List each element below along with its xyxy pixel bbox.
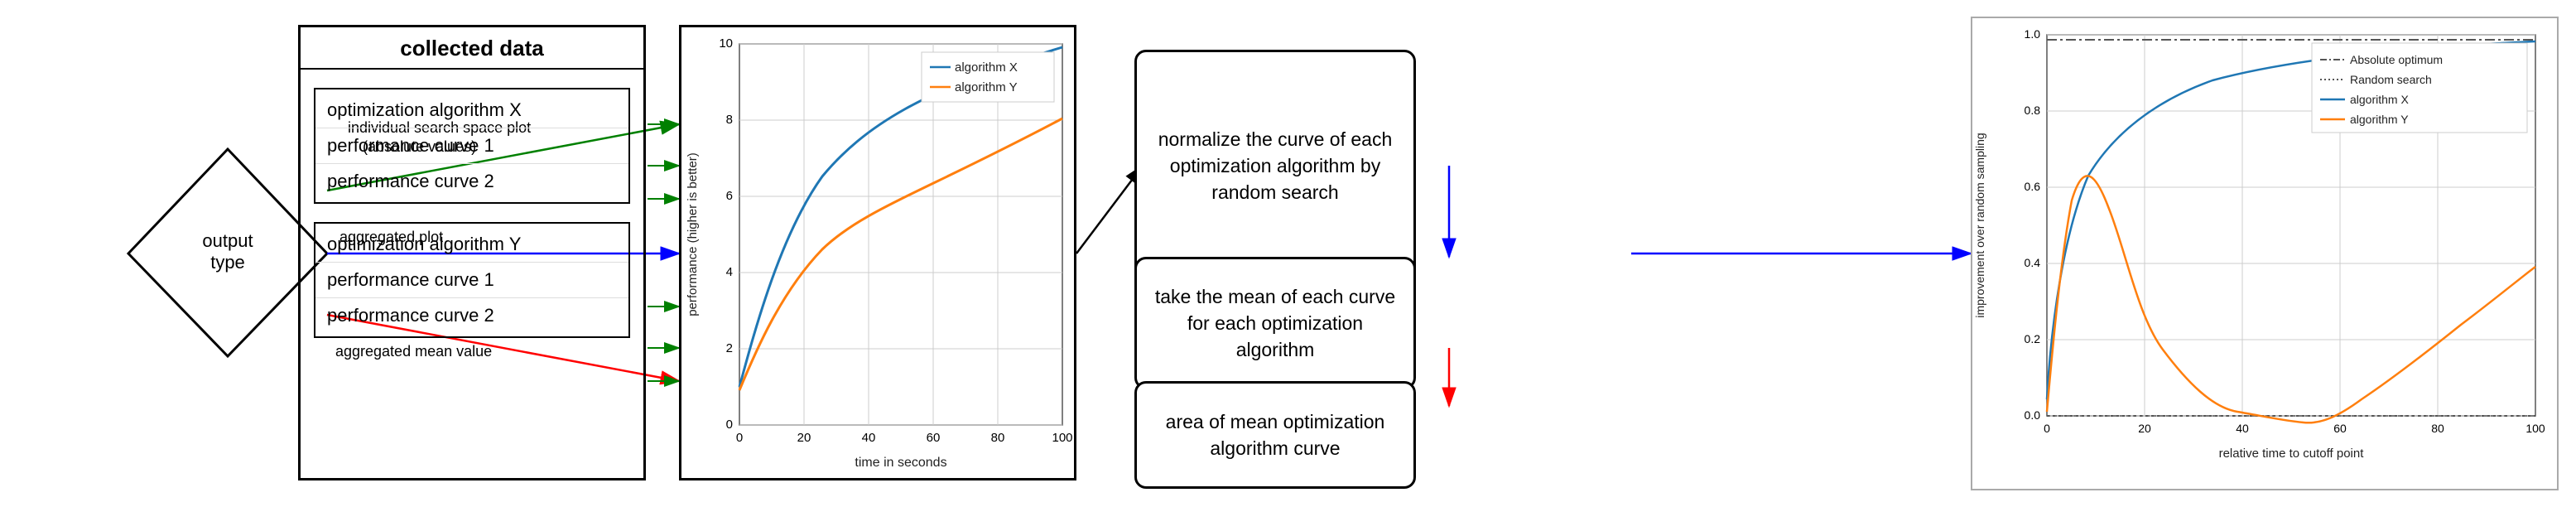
final-chart-svg: 0.0 0.2 0.4 0.6 0.8 1.0 0 20 40 60 80 — [1972, 18, 2560, 492]
svg-text:10: 10 — [719, 36, 733, 51]
svg-text:relative time to cutoff point: relative time to cutoff point — [2219, 447, 2365, 461]
algo-x-curve2: performance curve 2 — [315, 164, 628, 199]
svg-text:performance (higher is better): performance (higher is better) — [686, 152, 700, 316]
svg-text:20: 20 — [797, 431, 811, 445]
algo-y-name: optimization algorithm Y — [315, 227, 628, 263]
svg-text:0.4: 0.4 — [2025, 256, 2041, 269]
svg-text:4: 4 — [726, 265, 733, 279]
svg-text:algorithm Y: algorithm Y — [955, 80, 1018, 94]
collected-data-box: collected data optimization algorithm X … — [298, 25, 646, 480]
svg-text:40: 40 — [862, 431, 876, 445]
svg-text:output: output — [202, 230, 253, 251]
final-chart-box: 0.0 0.2 0.4 0.6 0.8 1.0 0 20 40 60 80 — [1971, 17, 2559, 490]
svg-text:time in seconds: time in seconds — [855, 456, 946, 470]
mean-text: take the mean of each curve for each opt… — [1153, 283, 1397, 364]
svg-text:2: 2 — [726, 341, 733, 355]
svg-text:Absolute optimum: Absolute optimum — [2350, 53, 2443, 66]
svg-text:improvement over random sampli: improvement over random sampling — [1973, 133, 1986, 317]
svg-text:100: 100 — [2525, 422, 2545, 435]
svg-text:0.8: 0.8 — [2025, 104, 2041, 117]
algo-y-curve2: performance curve 2 — [315, 298, 628, 333]
svg-text:60: 60 — [927, 431, 941, 445]
svg-text:80: 80 — [991, 431, 1005, 445]
svg-text:algorithm Y: algorithm Y — [2350, 113, 2409, 126]
performance-chart-svg: 0 2 4 6 8 10 0 20 40 60 80 100 — [681, 27, 1079, 483]
svg-text:1.0: 1.0 — [2025, 27, 2041, 41]
svg-text:0: 0 — [2044, 422, 2050, 435]
svg-text:80: 80 — [2431, 422, 2444, 435]
diagram: output type individual search space plot… — [0, 0, 2576, 507]
algo-x-curve1: performance curve 1 — [315, 128, 628, 164]
svg-text:60: 60 — [2333, 422, 2347, 435]
algo-x-name: optimization algorithm X — [315, 93, 628, 128]
svg-text:0.6: 0.6 — [2025, 180, 2041, 193]
performance-chart-box: 0 2 4 6 8 10 0 20 40 60 80 100 — [679, 25, 1076, 480]
area-text: area of mean optimization algorithm curv… — [1153, 408, 1397, 461]
algo-group-y: optimization algorithm Y performance cur… — [314, 222, 630, 338]
svg-text:Random search: Random search — [2350, 73, 2432, 86]
svg-text:20: 20 — [2138, 422, 2151, 435]
svg-text:6: 6 — [726, 189, 733, 203]
collected-data-title: collected data — [301, 27, 643, 70]
algo-y-curve1: performance curve 1 — [315, 263, 628, 298]
svg-text:0.2: 0.2 — [2025, 332, 2041, 345]
svg-text:100: 100 — [1052, 431, 1072, 445]
area-box: area of mean optimization algorithm curv… — [1134, 381, 1416, 489]
algo-group-x: optimization algorithm X performance cur… — [314, 88, 630, 204]
svg-text:0.0: 0.0 — [2025, 408, 2041, 422]
normalize-text: normalize the curve of each optimization… — [1153, 126, 1397, 206]
normalize-box: normalize the curve of each optimization… — [1134, 50, 1416, 282]
mean-box: take the mean of each curve for each opt… — [1134, 257, 1416, 389]
svg-text:8: 8 — [726, 113, 733, 127]
svg-text:type: type — [210, 252, 245, 273]
svg-text:algorithm X: algorithm X — [2350, 93, 2409, 106]
svg-text:0: 0 — [726, 418, 733, 432]
svg-text:0: 0 — [736, 431, 743, 445]
svg-text:algorithm X: algorithm X — [955, 60, 1018, 75]
svg-text:40: 40 — [2236, 422, 2249, 435]
